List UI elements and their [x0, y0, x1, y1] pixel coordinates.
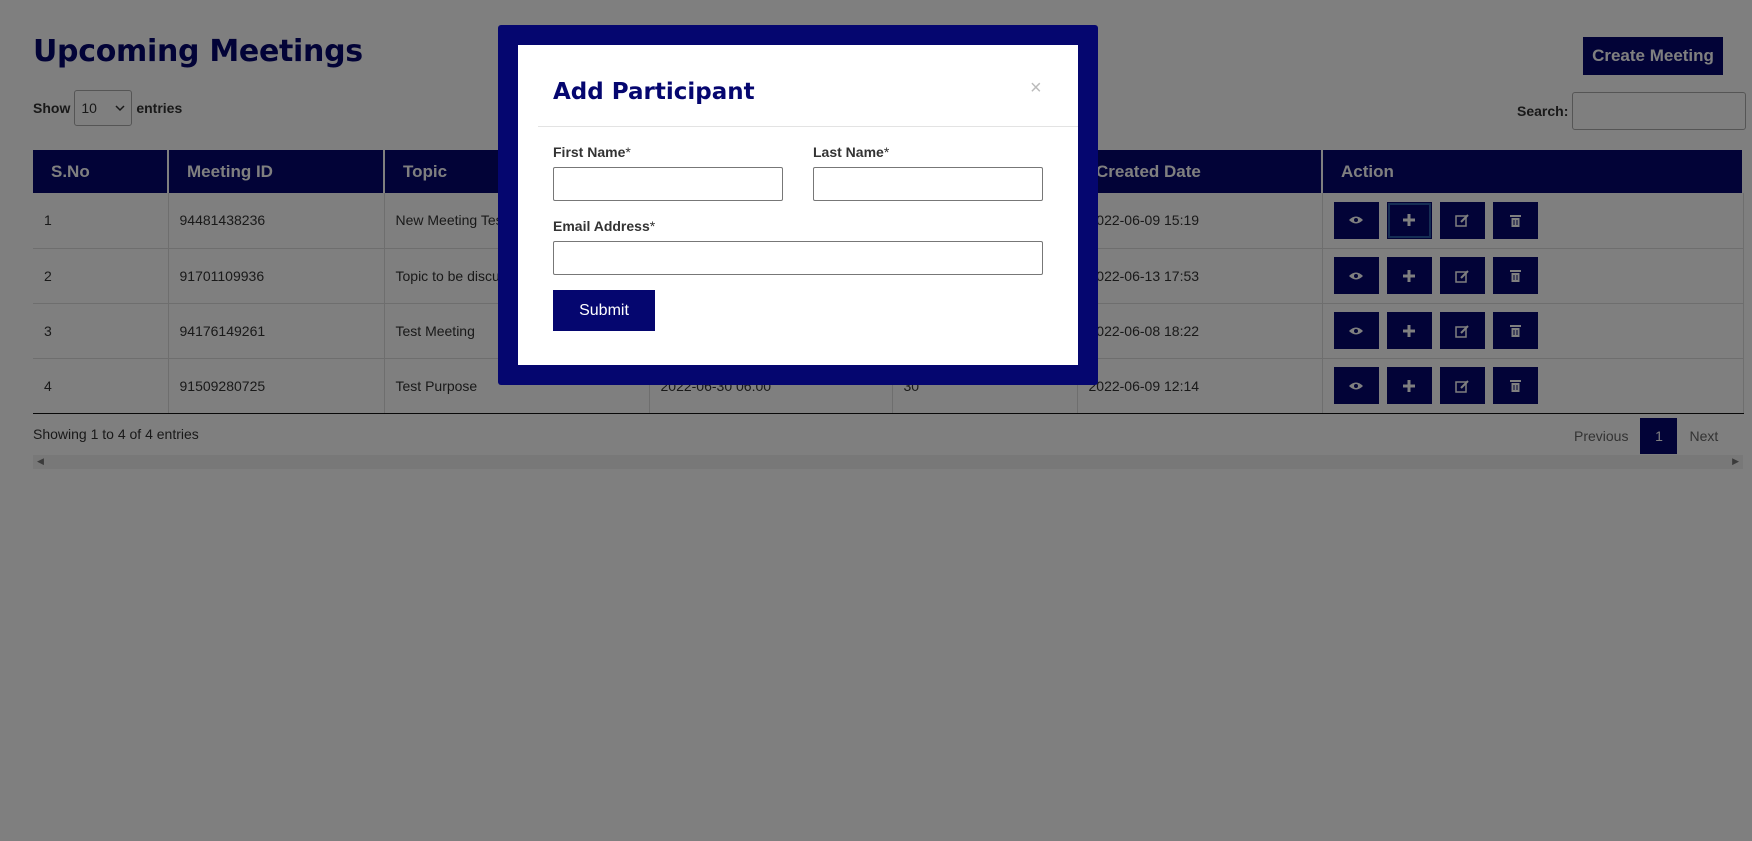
submit-button[interactable]: Submit	[553, 290, 655, 331]
modal-divider	[538, 126, 1078, 127]
close-icon[interactable]: ×	[1030, 77, 1042, 100]
last-name-field[interactable]	[813, 167, 1043, 201]
email-field[interactable]	[553, 241, 1043, 275]
last-name-label: Last Name*	[813, 144, 889, 160]
required-mark: *	[625, 144, 631, 160]
first-name-label-text: First Name	[553, 144, 626, 160]
required-mark: *	[883, 144, 890, 160]
last-name-label-text: Last Name	[813, 144, 884, 160]
first-name-field[interactable]	[553, 167, 783, 201]
modal-content: Add Participant × First Name* Last Name*…	[518, 45, 1078, 365]
first-name-label: First Name*	[553, 144, 631, 160]
email-label: Email Address*	[553, 218, 655, 234]
add-participant-dialog: Add Participant × First Name* Last Name*…	[498, 25, 1098, 385]
email-label-text: Email Address	[553, 218, 650, 234]
modal-title: Add Participant	[553, 79, 755, 105]
required-mark: *	[649, 218, 656, 234]
